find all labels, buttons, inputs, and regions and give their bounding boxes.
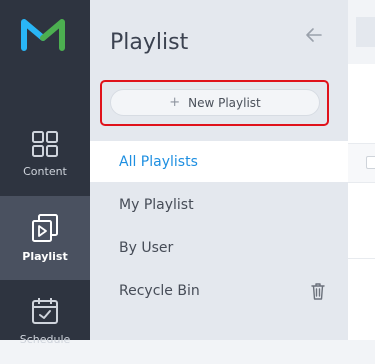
- select-all-checkbox[interactable]: [366, 156, 375, 169]
- rail-item-label: Schedule: [19, 333, 71, 346]
- rail-item-playlist[interactable]: Playlist: [0, 196, 90, 280]
- new-playlist-label: New Playlist: [188, 95, 261, 110]
- calendar-icon: [32, 298, 58, 324]
- nav-item-label: All Playlists: [119, 153, 198, 170]
- rail-item-schedule[interactable]: Schedule: [0, 280, 90, 364]
- playlist-icon: [32, 214, 58, 242]
- main-toolbar-box: [356, 17, 375, 47]
- nav-item-label: By User: [119, 239, 174, 256]
- playlist-panel: Playlist + New Playlist All Playlists My…: [90, 0, 348, 340]
- nav-item-recycle-bin[interactable]: Recycle Bin: [90, 270, 348, 311]
- trash-icon[interactable]: [311, 283, 325, 300]
- brand-logo-icon[interactable]: [21, 16, 65, 52]
- new-playlist-button[interactable]: + New Playlist: [110, 89, 320, 116]
- rail-item-content[interactable]: Content: [0, 112, 90, 196]
- rail-item-label: Content: [23, 165, 67, 178]
- main-content: [348, 0, 375, 340]
- nav-item-all-playlists[interactable]: All Playlists: [90, 141, 348, 182]
- grid-icon: [32, 131, 58, 157]
- panel-title: Playlist: [110, 30, 189, 55]
- back-arrow-icon[interactable]: [305, 27, 323, 43]
- nav-item-my-playlist[interactable]: My Playlist: [90, 184, 348, 225]
- rail-item-label: Playlist: [22, 250, 68, 263]
- nav-item-label: Recycle Bin: [119, 282, 200, 299]
- main-nav-rail: Content Playlist Schedule: [0, 0, 90, 346]
- nav-item-by-user[interactable]: By User: [90, 227, 348, 268]
- nav-item-label: My Playlist: [119, 196, 194, 213]
- divider: [348, 258, 375, 259]
- plus-icon: +: [169, 95, 181, 110]
